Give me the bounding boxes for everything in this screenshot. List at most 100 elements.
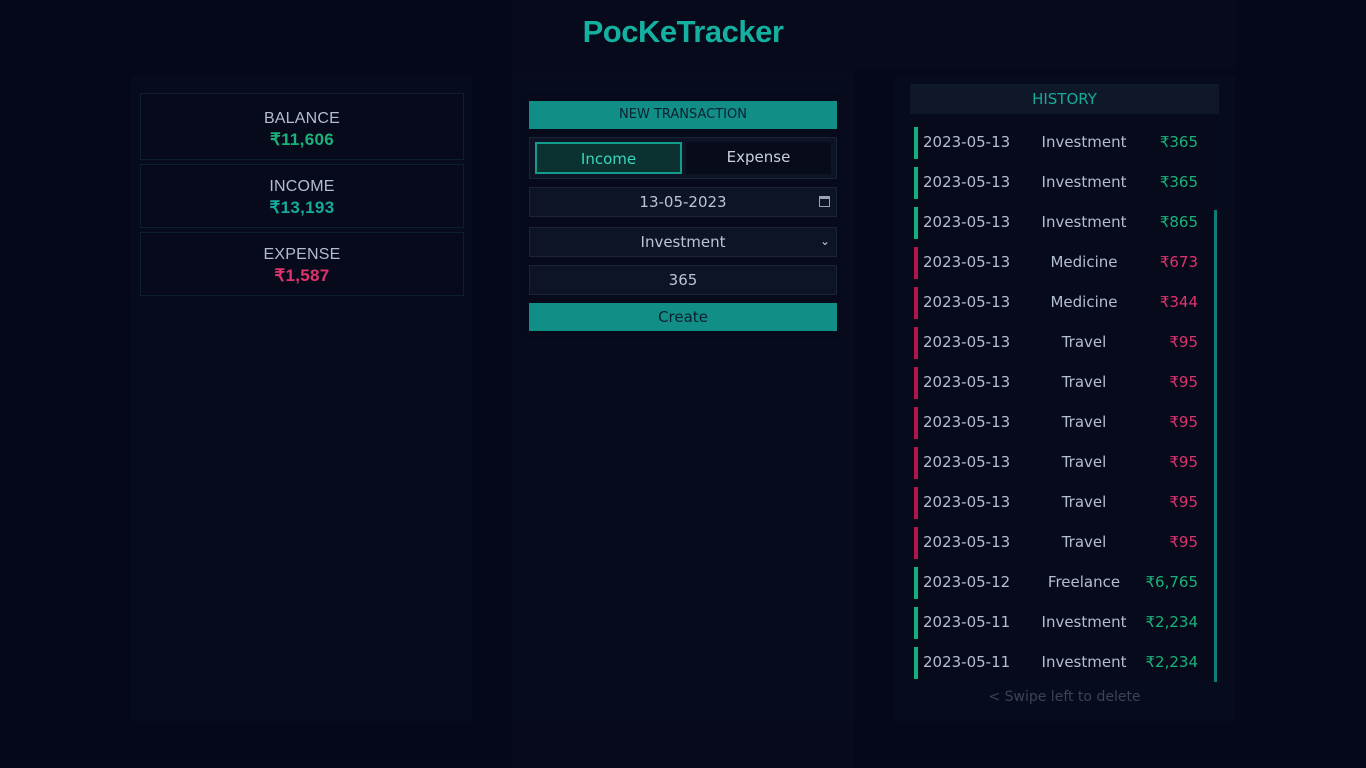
type-indicator xyxy=(914,207,918,239)
expense-label: EXPENSE xyxy=(263,246,341,263)
type-indicator xyxy=(914,607,918,639)
row-category: Investment xyxy=(1041,613,1127,631)
row-category: Investment xyxy=(1041,173,1127,191)
date-input[interactable]: 13-05-2023 xyxy=(529,187,837,217)
history-row[interactable]: 2023-05-12 Freelance ₹6,765 xyxy=(914,567,1210,599)
row-amount: ₹95 xyxy=(1169,453,1198,471)
swipe-hint: < Swipe left to delete xyxy=(988,689,1141,705)
income-label: INCOME xyxy=(269,178,335,195)
row-date: 2023-05-11 xyxy=(923,613,1011,631)
type-indicator xyxy=(914,527,918,559)
row-category: Investment xyxy=(1041,653,1127,671)
row-date: 2023-05-13 xyxy=(923,253,1011,271)
history-row[interactable]: 2023-05-13 Travel ₹95 xyxy=(914,487,1210,519)
row-category: Investment xyxy=(1041,133,1127,151)
date-value: 13-05-2023 xyxy=(639,193,727,211)
row-category: Medicine xyxy=(1050,293,1118,311)
history-row[interactable]: 2023-05-13 Travel ₹95 xyxy=(914,327,1210,359)
row-category: Investment xyxy=(1041,213,1127,231)
row-amount: ₹865 xyxy=(1159,213,1198,231)
type-indicator xyxy=(914,167,918,199)
type-indicator xyxy=(914,127,918,159)
row-category: Travel xyxy=(1061,493,1107,511)
row-date: 2023-05-13 xyxy=(923,413,1011,431)
row-date: 2023-05-13 xyxy=(923,453,1011,471)
category-value: Investment xyxy=(640,233,726,251)
row-category: Freelance xyxy=(1047,573,1121,591)
row-date: 2023-05-12 xyxy=(923,573,1011,591)
row-date: 2023-05-13 xyxy=(923,213,1011,231)
type-indicator xyxy=(914,407,918,439)
row-date: 2023-05-13 xyxy=(923,533,1011,551)
row-amount: ₹95 xyxy=(1169,493,1198,511)
history-row[interactable]: 2023-05-13 Medicine ₹673 xyxy=(914,247,1210,279)
row-amount: ₹365 xyxy=(1159,173,1198,191)
history-row[interactable]: 2023-05-13 Investment ₹365 xyxy=(914,127,1210,159)
row-amount: ₹6,765 xyxy=(1145,573,1199,591)
category-select[interactable]: Investment ⌄ xyxy=(529,227,837,257)
amount-input[interactable]: 365 xyxy=(529,265,837,295)
calendar-icon[interactable] xyxy=(819,196,830,207)
row-amount: ₹95 xyxy=(1169,373,1198,391)
row-amount: ₹95 xyxy=(1169,413,1198,431)
type-indicator xyxy=(914,487,918,519)
type-indicator xyxy=(914,447,918,479)
history-panel: HISTORY 2023-05-13 Investment ₹365 2023-05-… xyxy=(894,77,1235,721)
row-category: Travel xyxy=(1061,533,1107,551)
row-amount: ₹2,234 xyxy=(1145,613,1199,631)
history-scrollbar[interactable] xyxy=(1214,210,1217,682)
row-amount: ₹365 xyxy=(1159,133,1198,151)
history-row[interactable]: 2023-05-13 Investment ₹865 xyxy=(914,207,1210,239)
row-category: Travel xyxy=(1061,333,1107,351)
row-category: Medicine xyxy=(1050,253,1118,271)
row-date: 2023-05-13 xyxy=(923,293,1011,311)
row-amount: ₹95 xyxy=(1169,533,1198,551)
transaction-panel: NEW TRANSACTION Income Expense 13-05-202… xyxy=(512,77,854,721)
transaction-form: NEW TRANSACTION Income Expense 13-05-202… xyxy=(521,92,845,340)
type-indicator xyxy=(914,247,918,279)
balance-label: BALANCE xyxy=(263,110,341,127)
history-row[interactable]: 2023-05-13 Travel ₹95 xyxy=(914,407,1210,439)
row-category: Travel xyxy=(1061,453,1107,471)
history-row[interactable]: 2023-05-11 Investment ₹2,234 xyxy=(914,607,1210,639)
history-row[interactable]: 2023-05-13 Travel ₹95 xyxy=(914,447,1210,479)
type-indicator xyxy=(914,327,918,359)
history-container[interactable]: HISTORY 2023-05-13 Investment ₹365 2023-05-… xyxy=(910,84,1219,682)
row-date: 2023-05-13 xyxy=(923,493,1011,511)
history-row[interactable]: 2023-05-13 Travel ₹95 xyxy=(914,527,1210,559)
row-amount: ₹673 xyxy=(1159,253,1198,271)
row-date: 2023-05-13 xyxy=(923,133,1011,151)
expense-value: ₹1,587 xyxy=(274,266,330,285)
balance-card: BALANCE ₹11,606 xyxy=(140,93,464,160)
history-row[interactable]: 2023-05-11 Investment ₹2,234 xyxy=(914,647,1210,679)
history-row[interactable]: 2023-05-13 Medicine ₹344 xyxy=(914,287,1210,319)
type-indicator xyxy=(914,367,918,399)
expense-toggle-button[interactable]: Expense xyxy=(686,142,831,174)
create-button[interactable]: Create xyxy=(529,303,837,331)
chevron-down-icon: ⌄ xyxy=(819,234,830,248)
income-value: ₹13,193 xyxy=(269,198,335,217)
history-list[interactable]: 2023-05-13 Investment ₹365 2023-05-13 Invest… xyxy=(914,127,1210,687)
row-date: 2023-05-13 xyxy=(923,173,1011,191)
row-amount: ₹95 xyxy=(1169,333,1198,351)
row-date: 2023-05-11 xyxy=(923,653,1011,671)
amount-value: 365 xyxy=(668,271,698,289)
row-date: 2023-05-13 xyxy=(923,333,1011,351)
income-card: INCOME ₹13,193 xyxy=(140,164,464,228)
row-category: Travel xyxy=(1061,413,1107,431)
summary-panel: BALANCE ₹11,606 INCOME ₹13,193 EXPENSE ₹… xyxy=(131,77,472,721)
row-amount: ₹344 xyxy=(1159,293,1198,311)
type-indicator xyxy=(914,287,918,319)
history-row[interactable]: 2023-05-13 Travel ₹95 xyxy=(914,367,1210,399)
row-category: Travel xyxy=(1061,373,1107,391)
expense-card: EXPENSE ₹1,587 xyxy=(140,232,464,296)
form-title: NEW TRANSACTION xyxy=(529,101,837,129)
row-date: 2023-05-13 xyxy=(923,373,1011,391)
history-row[interactable]: 2023-05-13 Investment ₹365 xyxy=(914,167,1210,199)
income-toggle-button[interactable]: Income xyxy=(535,142,682,174)
type-toggle: Income Expense xyxy=(529,137,837,179)
type-indicator xyxy=(914,567,918,599)
row-amount: ₹2,234 xyxy=(1145,653,1199,671)
type-indicator xyxy=(914,647,918,679)
balance-value: ₹11,606 xyxy=(270,130,334,149)
